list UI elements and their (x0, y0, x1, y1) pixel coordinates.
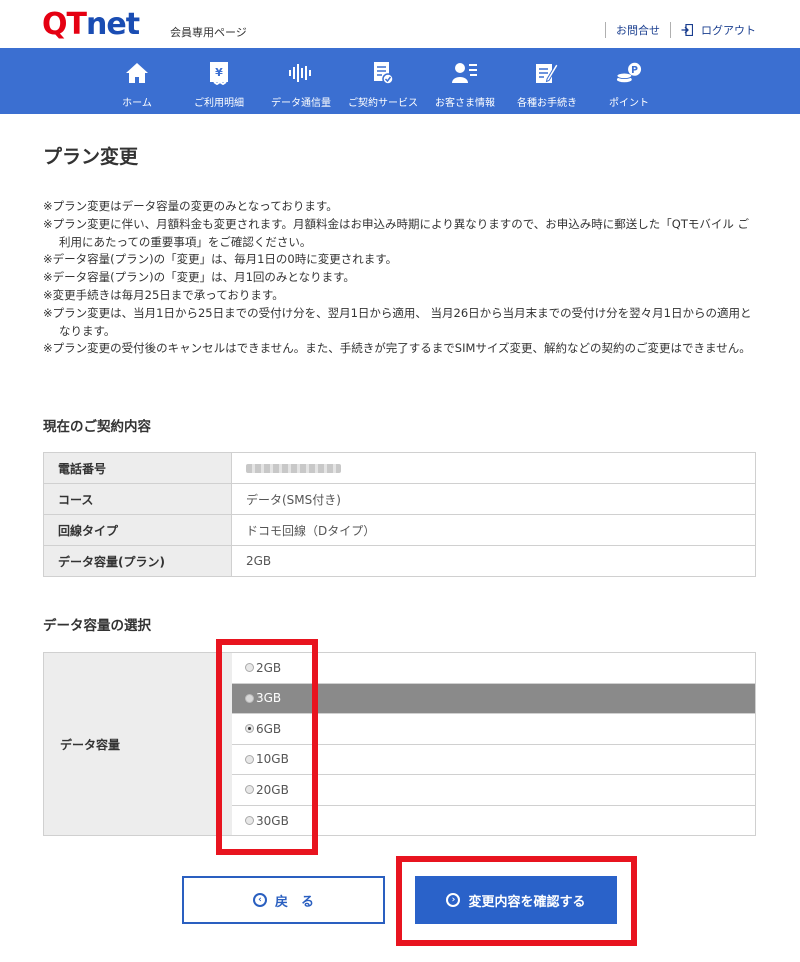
note-item: ※プラン変更に伴い、月額料金も変更されます。月額料金はお申込み時期により異なりま… (43, 216, 750, 249)
row-value: ドコモ回線（Dタイプ） (231, 514, 756, 546)
bill-icon: ¥ (206, 60, 232, 86)
svg-text:P: P (631, 65, 638, 76)
form-icon (534, 60, 560, 86)
table-row: データ容量(プラン) 2GB (43, 545, 756, 577)
confirm-button-label: 変更内容を確認する (468, 894, 586, 910)
phone-number-value (231, 452, 756, 484)
utility-links: お問合せ ログアウト (595, 22, 756, 38)
nav-item-bill[interactable]: ¥ ご利用明細 (178, 48, 260, 114)
nav-label: ご利用明細 (194, 98, 244, 109)
capacity-label: データ容量 (44, 653, 232, 835)
notes-list: ※プラン変更はデータ容量の変更のみとなっております。 ※プラン変更に伴い、月額料… (43, 198, 755, 358)
nav-label: ポイント (609, 98, 649, 109)
nav-label: データ通信量 (271, 98, 331, 109)
page-title: プラン変更 (43, 146, 139, 168)
logout-label: ログアウト (701, 24, 756, 37)
confirm-changes-button[interactable]: › 変更内容を確認する (415, 876, 617, 924)
masked-phone-number (246, 464, 341, 473)
nav-item-customer-info[interactable]: お客さま情報 (424, 48, 506, 114)
divider (605, 22, 606, 38)
row-value: データ(SMS付き) (231, 483, 756, 515)
divider (670, 22, 671, 38)
contract-section-title: 現在のご契約内容 (43, 419, 151, 435)
chevron-left-icon: ‹ (252, 893, 267, 907)
back-button[interactable]: ‹ 戻 る (182, 876, 385, 924)
nav-item-home[interactable]: ホーム (96, 48, 178, 114)
note-item: ※データ容量(プラン)の「変更」は、月1回のみとなります。 (43, 270, 355, 285)
note-item: ※変更手続きは毎月25日まで承っております。 (43, 287, 284, 302)
chevron-right-icon: › (446, 893, 461, 907)
note-item: ※データ容量(プラン)の「変更」は、毎月1日の0時に変更されます。 (43, 252, 398, 267)
nav-label: ご契約サービス (348, 98, 418, 109)
nav-label: お客さま情報 (435, 98, 495, 109)
contract-icon (370, 60, 396, 86)
row-key: データ容量(プラン) (43, 545, 232, 577)
nav-label: 各種お手続き (517, 98, 577, 109)
table-row: 回線タイプ ドコモ回線（Dタイプ） (43, 514, 756, 546)
nav-item-data-usage[interactable]: データ通信量 (260, 48, 342, 114)
contract-table: 電話番号 コース データ(SMS付き) 回線タイプ ドコモ回線（Dタイプ） デー… (43, 452, 756, 577)
logout-link[interactable]: ログアウト (681, 22, 756, 38)
note-item: ※プラン変更の受付後のキャンセルはできません。また、手続きが完了するまでSIMサ… (43, 341, 751, 356)
row-value: 2GB (231, 545, 756, 577)
top-header: Q Tnet 会員専用ページ お問合せ ログアウト (0, 0, 800, 48)
selection-section-title: データ容量の選択 (43, 618, 151, 634)
contact-link[interactable]: お問合せ (616, 22, 660, 38)
capacity-selection-table: データ容量 2GB 3GB 6GB 10GB 20GB 30GB (43, 652, 756, 836)
row-key: 電話番号 (43, 452, 232, 484)
note-item: ※プラン変更はデータ容量の変更のみとなっております。 (43, 199, 338, 213)
user-icon (452, 60, 478, 86)
nav-item-contract[interactable]: ご契約サービス (342, 48, 424, 114)
note-item: ※プラン変更は、当月1日から25日までの受付け分を、翌月1日から適用、 当月26… (43, 305, 752, 338)
logout-icon (681, 24, 693, 36)
back-button-label: 戻 る (274, 894, 314, 910)
row-key: 回線タイプ (43, 514, 232, 546)
annotation-highlight-options (216, 639, 318, 855)
row-key: コース (43, 483, 232, 515)
nav-label: ホーム (122, 98, 152, 109)
nav-item-procedures[interactable]: 各種お手続き (506, 48, 588, 114)
nav-item-points[interactable]: P ポイント (588, 48, 670, 114)
wave-icon (288, 60, 314, 86)
svg-text:¥: ¥ (215, 66, 223, 79)
table-row: 電話番号 (43, 452, 756, 484)
home-icon (124, 60, 150, 86)
table-row: コース データ(SMS付き) (43, 483, 756, 515)
site-subtitle: 会員専用ページ (170, 26, 247, 39)
main-nav: ホーム ¥ ご利用明細 データ通信量 ご契約サービス お客さま情報 各種お手続き… (0, 48, 800, 114)
point-icon: P (616, 60, 642, 86)
qtnet-logo[interactable]: Q Tnet (42, 9, 140, 41)
